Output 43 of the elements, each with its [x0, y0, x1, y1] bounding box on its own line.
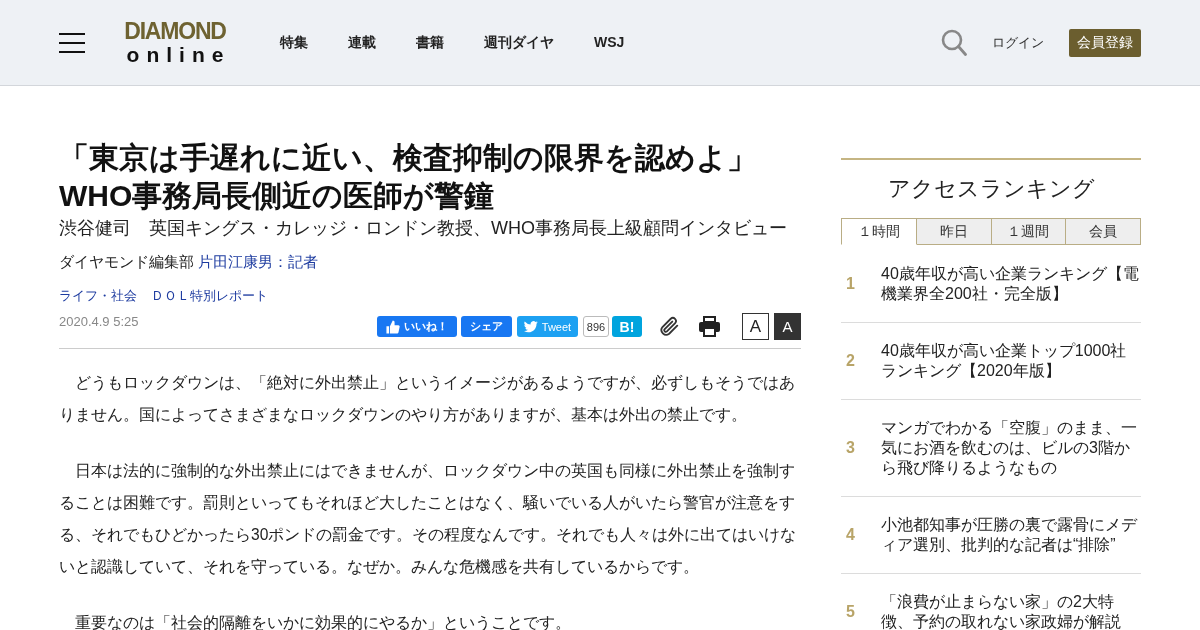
paperclip-icon[interactable] — [658, 315, 680, 338]
ranking-article-link[interactable]: 「浪費が止まらない家」の2大特徴、予約の取れない家政婦が解説 — [881, 592, 1141, 630]
nav-link[interactable]: 連載 — [348, 33, 376, 52]
byline-department: ダイヤモンド編集部 — [59, 252, 194, 272]
nav-link[interactable]: 週刊ダイヤ — [484, 33, 554, 52]
ranking-tab[interactable]: １時間 — [841, 218, 917, 245]
ranking-article-link[interactable]: 40歳年収が高い企業ランキング【電機業界全200社・完全版】 — [881, 264, 1141, 304]
thumbs-up-icon — [386, 319, 400, 334]
ranking-tab[interactable]: １週間 — [991, 218, 1067, 245]
font-size-button[interactable]: A — [774, 313, 801, 340]
like-button[interactable]: いいね！ — [377, 316, 457, 337]
ranking-article-link[interactable]: 小池都知事が圧勝の裏で露骨にメディア選別、批判的な記者は“排除” — [881, 515, 1141, 555]
ranking-heading: アクセスランキング — [886, 175, 1096, 203]
nav-link[interactable]: 特集 — [280, 33, 308, 52]
rank-number: 3 — [846, 439, 855, 457]
share-button[interactable]: シェア — [461, 316, 512, 337]
login-link[interactable]: ログイン — [992, 33, 1044, 52]
ranking-article-link[interactable]: マンガでわかる「空腹」のまま、一気にお酒を飲むのは、ビルの3階から飛び降りるようなもの — [881, 418, 1141, 478]
rank-number: 5 — [846, 603, 855, 621]
tweet-count: 896 — [583, 316, 609, 337]
publish-date: 2020.4.9 5:25 — [59, 313, 139, 331]
article-title: 「東京は手遅れに近い、検査抑制の限界を認めよ」 WHO事務局長側近の医師が警鐘 — [59, 140, 758, 214]
article-paragraph: どうもロックダウンは、「絶対に外出禁止」というイメージがあるようですが、必ずしもそうではありません。国によってさまざまなロックダウンのやり方がありますが、基本は外出の禁止です。 — [59, 373, 796, 425]
rank-number: 1 — [846, 275, 855, 293]
nav-link[interactable]: WSJ — [594, 33, 625, 52]
menu-icon[interactable] — [59, 32, 85, 53]
nav-link[interactable]: 書籍 — [416, 33, 444, 52]
article-paragraph: 日本は法的に強制的な外出禁止にはできませんが、ロックダウン中の英国も同様に外出禁止を強制することは困難です。罰則といってもそれほど大したことはなく、騒いでいる人がいたら警官が注意をする、それでもひどかったら30ポンドの罰金です。その程度なんです。それでも人々は外に出てはいけないと認識していて、それを守っている。なぜか。みんな危機感を共有しているからです。 — [59, 461, 798, 577]
author-link[interactable]: 片田江康男：記者 — [198, 251, 318, 273]
site-logo[interactable]: DIAMOND online — [125, 20, 225, 65]
font-size-button[interactable]: A — [742, 313, 769, 340]
article-subtitle: 渋谷健司 英国キングス・カレッジ・ロンドン教授、WHO事務局長上級顧問インタビュー — [59, 217, 788, 240]
ranking-article-link[interactable]: 40歳年収が高い企業トップ1000社ランキング【2020年版】 — [881, 341, 1141, 381]
printer-icon[interactable] — [699, 316, 720, 337]
bird-icon — [523, 319, 538, 334]
search-icon[interactable] — [941, 29, 967, 56]
category-link[interactable]: ＤＯＬ特別レポート — [151, 286, 268, 306]
category-link[interactable]: ライフ・社会 — [59, 286, 137, 306]
rank-number: 4 — [846, 526, 855, 544]
rank-number: 2 — [846, 352, 855, 370]
register-button[interactable]: 会員登録 — [1069, 28, 1141, 57]
ranking-tab[interactable]: 昨日 — [916, 218, 992, 245]
ranking-tab[interactable]: 会員 — [1066, 218, 1141, 245]
